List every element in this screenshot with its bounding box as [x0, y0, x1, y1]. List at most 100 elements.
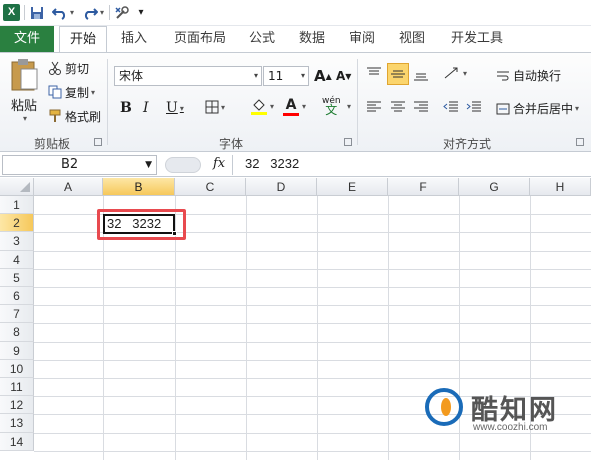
wrap-text-button[interactable]: 自动换行 [496, 67, 561, 84]
align-bottom-icon [414, 73, 428, 81]
formula-bar: B2 ▼ fx 32 3232 [0, 153, 591, 177]
font-launcher-icon[interactable] [344, 138, 352, 146]
column-header-d[interactable]: D [246, 178, 317, 196]
tab-insert[interactable]: 插入 [112, 26, 156, 52]
excel-logo-icon[interactable]: X [3, 3, 20, 22]
merge-center-button[interactable]: 合并后居中 ▾ [496, 100, 579, 117]
font-color-button[interactable]: A [283, 97, 299, 116]
align-bottom-button[interactable] [413, 67, 429, 81]
row-header-7[interactable]: 7 [0, 305, 34, 324]
row-gridline [34, 305, 591, 307]
highlight-annotation [97, 209, 186, 240]
tab-developer[interactable]: 开发工具 [440, 26, 514, 52]
row-header-14[interactable]: 14 [0, 432, 34, 451]
copy-button[interactable]: 复制 ▾ [48, 83, 95, 101]
bold-button[interactable]: B [120, 100, 132, 116]
column-header-a[interactable]: A [34, 178, 103, 196]
align-top-icon [367, 67, 381, 75]
column-header-g[interactable]: G [459, 178, 530, 196]
row-header-5[interactable]: 5 [0, 268, 34, 287]
increase-indent-button[interactable] [466, 100, 482, 114]
tab-formulas[interactable]: 公式 [240, 26, 284, 52]
orientation-button[interactable]: ▾ [443, 66, 467, 80]
row-header-11[interactable]: 11 [0, 378, 34, 397]
fill-bucket-icon [251, 99, 267, 115]
column-header-b[interactable]: B [103, 178, 175, 196]
column-header-f[interactable]: F [388, 178, 459, 196]
align-center-icon [391, 101, 405, 112]
borders-button[interactable]: ▾ [205, 100, 225, 114]
group-divider [357, 59, 358, 145]
cut-button[interactable]: 剪切 [48, 59, 89, 77]
tab-data[interactable]: 数据 [290, 26, 334, 52]
column-header-e[interactable]: E [317, 178, 388, 196]
fill-color-button[interactable] [250, 97, 268, 115]
qat-divider [109, 5, 110, 20]
font-color-arrow[interactable]: ▾ [300, 102, 306, 111]
undo-icon[interactable]: ▾ [50, 3, 76, 22]
save-icon[interactable] [28, 3, 46, 22]
phonetic-button[interactable]: wén 文 [322, 97, 341, 117]
ribbon-tabs: 文件 开始 插入 页面布局 公式 数据 审阅 视图 开发工具 [0, 26, 591, 53]
row-header-10[interactable]: 10 [0, 359, 34, 378]
tab-page-layout[interactable]: 页面布局 [166, 26, 234, 52]
grow-font-button[interactable]: A ▲ [314, 67, 332, 85]
formula-input[interactable]: 32 3232 [232, 155, 591, 175]
row-header-2[interactable]: 2 [0, 214, 34, 233]
customize-arrow-icon[interactable]: ▾ [135, 3, 147, 22]
align-right-button[interactable] [413, 100, 429, 114]
name-box-arrow-icon[interactable]: ▼ [145, 156, 152, 174]
merge-center-icon [496, 103, 510, 114]
tab-view[interactable]: 视图 [390, 26, 434, 52]
clipboard-group-label: 剪贴板 [33, 137, 70, 151]
row-header-1[interactable]: 1 [0, 196, 34, 215]
select-all-corner[interactable] [0, 178, 34, 196]
paste-button[interactable]: 粘贴 ▾ [6, 57, 42, 127]
copy-icon [48, 85, 62, 99]
row-header-4[interactable]: 4 [0, 250, 34, 269]
column-header-c[interactable]: C [175, 178, 246, 196]
coozhi-logo-icon [425, 388, 463, 426]
tab-home[interactable]: 开始 [59, 26, 107, 53]
group-divider [107, 59, 108, 145]
insert-function-button[interactable]: fx [213, 156, 225, 171]
align-left-button[interactable] [366, 100, 382, 114]
shrink-font-button[interactable]: A ▼ [336, 69, 351, 83]
align-right-icon [414, 101, 428, 112]
align-top-button[interactable] [366, 67, 382, 81]
tab-review[interactable]: 审阅 [340, 26, 384, 52]
row-header-3[interactable]: 3 [0, 232, 34, 251]
watermark-text: 酷知网 [471, 394, 558, 426]
row-header-6[interactable]: 6 [0, 287, 34, 306]
phonetic-arrow[interactable]: ▾ [345, 102, 351, 111]
name-box[interactable]: B2 ▼ [2, 155, 157, 175]
align-center-button[interactable] [390, 100, 406, 114]
qat-divider [24, 5, 25, 20]
column-header-h[interactable]: H [530, 178, 591, 196]
align-middle-button[interactable] [387, 63, 409, 85]
clipboard-launcher-icon[interactable] [94, 138, 102, 146]
row-gridline [34, 250, 591, 252]
redo-icon[interactable]: ▾ [80, 3, 106, 22]
font-name-select[interactable]: 宋体 ▾ [114, 66, 262, 86]
tools-icon[interactable] [112, 3, 132, 22]
underline-button[interactable]: U ▾ [166, 100, 184, 116]
fill-color-arrow[interactable]: ▾ [268, 102, 274, 111]
quick-access-toolbar: X ▾ ▾ ▾ [0, 0, 591, 26]
font-size-select[interactable]: 11 ▾ [263, 66, 309, 86]
row-header-13[interactable]: 13 [0, 414, 34, 433]
wrap-text-icon [497, 71, 509, 80]
row-header-8[interactable]: 8 [0, 323, 34, 342]
tab-file[interactable]: 文件 [0, 26, 54, 52]
italic-button[interactable]: I [143, 100, 149, 116]
row-header-9[interactable]: 9 [0, 341, 34, 360]
decrease-indent-button[interactable] [443, 100, 459, 114]
scissors-icon [49, 61, 61, 75]
row-gridline [34, 341, 591, 343]
format-painter-button[interactable]: 格式刷 [48, 107, 101, 125]
row-header-12[interactable]: 12 [0, 396, 34, 415]
formula-bar-splitter[interactable] [165, 157, 201, 173]
alignment-launcher-icon[interactable] [576, 138, 584, 146]
watermark-url: www.coozhi.com [473, 422, 548, 433]
format-painter-icon [49, 109, 61, 122]
